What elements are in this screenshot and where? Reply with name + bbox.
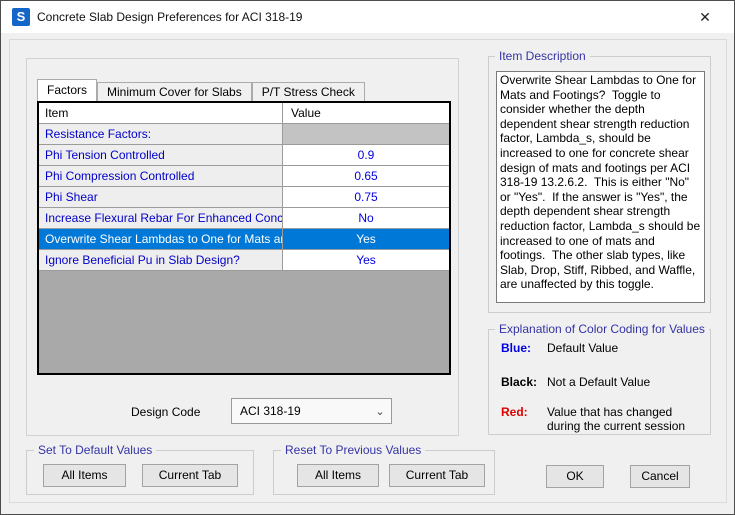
tab-strip: Factors Minimum Cover for Slabs P/T Stre… (37, 79, 365, 101)
blue-description: Default Value (547, 341, 703, 355)
chevron-down-icon: ⌄ (369, 405, 391, 418)
item-description-title: Item Description (495, 49, 590, 63)
table-row[interactable]: Increase Flexural Rebar For Enhanced Con… (39, 208, 449, 229)
row-value-cell[interactable]: Yes (283, 250, 449, 271)
design-code-dropdown[interactable]: ACI 318-19 ⌄ (231, 398, 392, 424)
blue-key-label: Blue: (501, 341, 547, 355)
color-coding-entry-red: Red: Value that has changed during the c… (501, 405, 703, 433)
color-coding-entry-black: Black: Not a Default Value (501, 375, 703, 389)
black-key-label: Black: (501, 375, 547, 389)
column-header-value: Value (283, 103, 449, 124)
table-row[interactable]: Resistance Factors: (39, 124, 449, 145)
app-icon: S (12, 8, 30, 26)
title-bar[interactable]: S Concrete Slab Design Preferences for A… (1, 1, 734, 33)
tab-factors[interactable]: Factors (37, 79, 97, 101)
row-value-cell[interactable]: 0.9 (283, 145, 449, 166)
row-value-cell[interactable]: 0.75 (283, 187, 449, 208)
table-header-row: Item Value (39, 103, 449, 124)
cancel-button[interactable]: Cancel (630, 465, 690, 488)
window-title: Concrete Slab Design Preferences for ACI… (37, 1, 302, 33)
table-row[interactable]: Ignore Beneficial Pu in Slab Design? Yes (39, 250, 449, 271)
row-item-label[interactable]: Resistance Factors: (39, 124, 283, 145)
preferences-table: Item Value Resistance Factors: Phi Tensi… (37, 101, 451, 375)
row-item-label[interactable]: Overwrite Shear Lambdas to One for Mats … (39, 229, 283, 250)
table-row[interactable]: Phi Compression Controlled 0.65 (39, 166, 449, 187)
table-empty-area (39, 271, 449, 373)
reset-all-items-button[interactable]: All Items (297, 464, 379, 487)
preferences-dialog: S Concrete Slab Design Preferences for A… (0, 0, 735, 515)
red-key-label: Red: (501, 405, 547, 433)
row-value-cell[interactable] (283, 124, 449, 145)
table-row-selected[interactable]: Overwrite Shear Lambdas to One for Mats … (39, 229, 449, 250)
set-default-title: Set To Default Values (34, 443, 156, 457)
row-value-cell[interactable]: Yes (283, 229, 449, 250)
table-row[interactable]: Phi Shear 0.75 (39, 187, 449, 208)
row-item-label[interactable]: Phi Shear (39, 187, 283, 208)
row-value-cell[interactable]: No (283, 208, 449, 229)
row-item-label[interactable]: Phi Tension Controlled (39, 145, 283, 166)
ok-button[interactable]: OK (546, 465, 604, 488)
black-description: Not a Default Value (547, 375, 703, 389)
column-header-item: Item (39, 103, 283, 124)
color-coding-title: Explanation of Color Coding for Values (495, 322, 709, 336)
tab-minimum-cover-for-slabs[interactable]: Minimum Cover for Slabs (97, 82, 252, 101)
color-coding-entry-blue: Blue: Default Value (501, 341, 703, 355)
tab-pt-stress-check[interactable]: P/T Stress Check (252, 82, 365, 101)
item-description-text[interactable]: Overwrite Shear Lambdas to One for Mats … (496, 71, 705, 303)
set-default-all-items-button[interactable]: All Items (43, 464, 126, 487)
red-description: Value that has changed during the curren… (547, 405, 703, 433)
set-default-current-tab-button[interactable]: Current Tab (142, 464, 238, 487)
table-row[interactable]: Phi Tension Controlled 0.9 (39, 145, 449, 166)
design-code-value: ACI 318-19 (232, 404, 369, 418)
reset-previous-title: Reset To Previous Values (281, 443, 425, 457)
close-icon[interactable]: ✕ (690, 1, 720, 33)
design-code-label: Design Code (131, 405, 200, 419)
row-value-cell[interactable]: 0.65 (283, 166, 449, 187)
row-item-label[interactable]: Ignore Beneficial Pu in Slab Design? (39, 250, 283, 271)
row-item-label[interactable]: Increase Flexural Rebar For Enhanced Con… (39, 208, 283, 229)
reset-current-tab-button[interactable]: Current Tab (389, 464, 485, 487)
row-item-label[interactable]: Phi Compression Controlled (39, 166, 283, 187)
